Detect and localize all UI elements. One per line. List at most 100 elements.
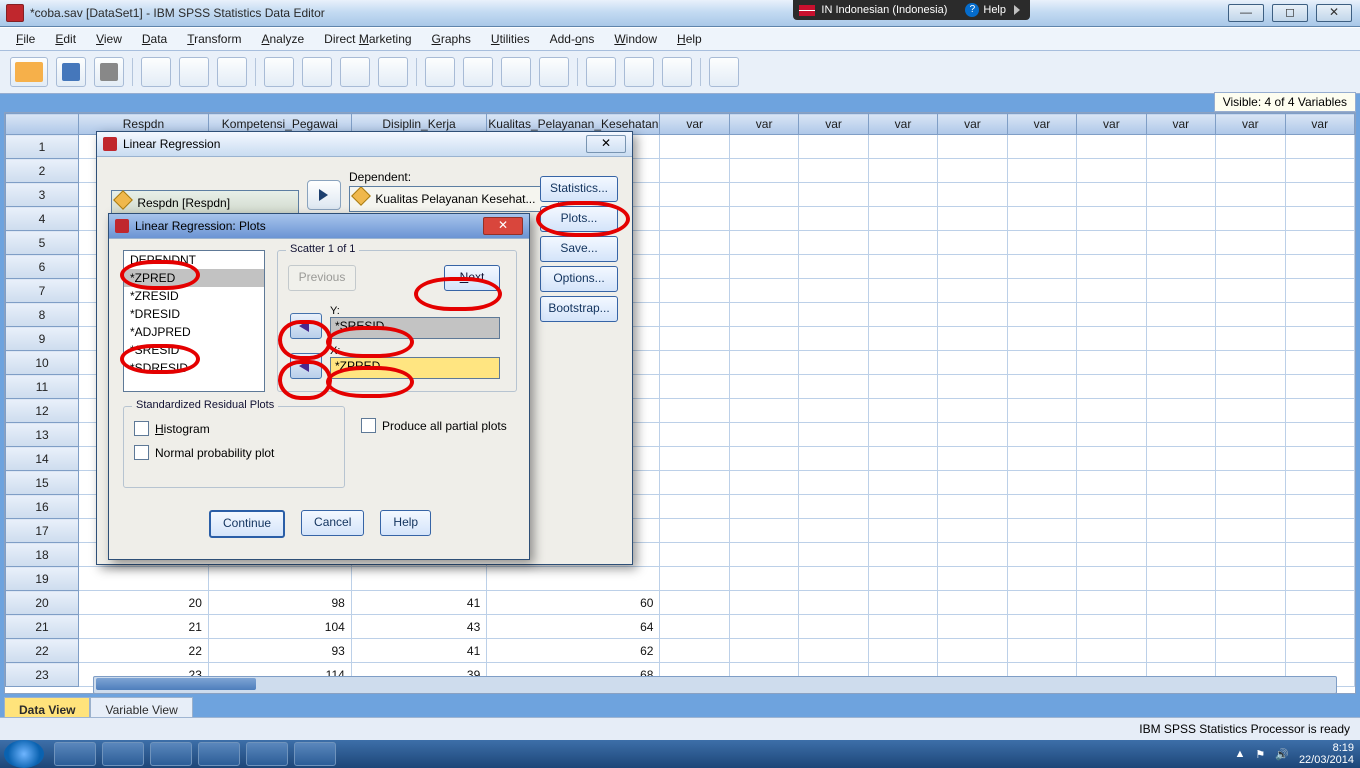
- data-cell[interactable]: [729, 159, 798, 183]
- data-cell[interactable]: [1007, 639, 1076, 663]
- data-cell[interactable]: [1146, 159, 1215, 183]
- data-cell[interactable]: [1007, 591, 1076, 615]
- data-cell[interactable]: [660, 591, 729, 615]
- menu-graphs[interactable]: Graphs: [422, 29, 481, 49]
- data-cell[interactable]: [1285, 519, 1355, 543]
- menu-data[interactable]: Data: [132, 29, 177, 49]
- data-cell[interactable]: [729, 567, 798, 591]
- help-button[interactable]: Help: [380, 510, 431, 536]
- data-cell[interactable]: [938, 183, 1007, 207]
- move-to-x-button[interactable]: [290, 353, 322, 379]
- data-cell[interactable]: [1216, 375, 1285, 399]
- data-cell[interactable]: [938, 471, 1007, 495]
- data-cell[interactable]: [1077, 159, 1146, 183]
- variables-icon[interactable]: [340, 57, 370, 87]
- data-cell[interactable]: [660, 615, 729, 639]
- data-cell[interactable]: [1077, 447, 1146, 471]
- menu-window[interactable]: Window: [604, 29, 667, 49]
- data-cell[interactable]: [487, 567, 660, 591]
- data-cell[interactable]: [660, 327, 729, 351]
- data-cell[interactable]: [660, 159, 729, 183]
- data-cell[interactable]: [1285, 615, 1355, 639]
- data-cell[interactable]: [1216, 399, 1285, 423]
- data-cell[interactable]: [868, 255, 937, 279]
- data-cell[interactable]: [1077, 423, 1146, 447]
- data-cell[interactable]: [1146, 279, 1215, 303]
- data-cell[interactable]: [660, 207, 729, 231]
- data-cell[interactable]: [1285, 399, 1355, 423]
- data-cell[interactable]: [799, 207, 868, 231]
- data-cell[interactable]: 104: [208, 615, 351, 639]
- data-cell[interactable]: [660, 183, 729, 207]
- data-cell[interactable]: [868, 519, 937, 543]
- data-cell[interactable]: 41: [351, 639, 486, 663]
- plot-list-item[interactable]: *SDRESID: [124, 359, 264, 377]
- data-cell[interactable]: [1146, 351, 1215, 375]
- language-indicator[interactable]: IN Indonesian (Indonesia) ? Help: [793, 0, 1030, 20]
- data-cell[interactable]: [729, 303, 798, 327]
- find-icon[interactable]: [425, 57, 455, 87]
- data-cell[interactable]: 64: [487, 615, 660, 639]
- data-cell[interactable]: [1007, 351, 1076, 375]
- use-sets-icon[interactable]: [624, 57, 654, 87]
- data-cell[interactable]: [1146, 255, 1215, 279]
- data-cell[interactable]: [1285, 255, 1355, 279]
- column-header-empty[interactable]: var: [1146, 114, 1215, 135]
- column-header-empty[interactable]: var: [660, 114, 729, 135]
- partial-plots-checkbox[interactable]: Produce all partial plots: [361, 418, 507, 433]
- column-header-empty[interactable]: var: [938, 114, 1007, 135]
- row-header[interactable]: 16: [6, 495, 79, 519]
- data-cell[interactable]: [729, 351, 798, 375]
- column-header-empty[interactable]: var: [1077, 114, 1146, 135]
- row-header[interactable]: 10: [6, 351, 79, 375]
- data-cell[interactable]: [1216, 327, 1285, 351]
- data-cell[interactable]: [1216, 471, 1285, 495]
- data-cell[interactable]: [799, 255, 868, 279]
- data-cell[interactable]: [79, 567, 209, 591]
- data-cell[interactable]: [868, 183, 937, 207]
- data-cell[interactable]: [799, 159, 868, 183]
- data-cell[interactable]: [938, 135, 1007, 159]
- data-cell[interactable]: [799, 303, 868, 327]
- data-cell[interactable]: [660, 495, 729, 519]
- data-cell[interactable]: [1077, 135, 1146, 159]
- data-cell[interactable]: [1146, 207, 1215, 231]
- data-cell[interactable]: [868, 375, 937, 399]
- data-cell[interactable]: [868, 135, 937, 159]
- show-all-icon[interactable]: [662, 57, 692, 87]
- data-cell[interactable]: [660, 447, 729, 471]
- data-cell[interactable]: [1285, 279, 1355, 303]
- data-cell[interactable]: [1216, 183, 1285, 207]
- data-cell[interactable]: [868, 279, 937, 303]
- data-cell[interactable]: [1007, 207, 1076, 231]
- menu-file[interactable]: File: [6, 29, 45, 49]
- data-cell[interactable]: [1146, 399, 1215, 423]
- task-explorer[interactable]: [102, 742, 144, 766]
- data-cell[interactable]: [1007, 279, 1076, 303]
- goto-variable-icon[interactable]: [302, 57, 332, 87]
- data-cell[interactable]: [1077, 399, 1146, 423]
- data-cell[interactable]: [729, 615, 798, 639]
- data-cell[interactable]: [1007, 495, 1076, 519]
- data-cell[interactable]: [1146, 543, 1215, 567]
- data-cell[interactable]: [938, 423, 1007, 447]
- tray-volume-icon[interactable]: 🔊: [1275, 748, 1289, 761]
- data-cell[interactable]: [729, 519, 798, 543]
- menu-direct-marketing[interactable]: Direct Marketing: [314, 29, 421, 49]
- data-cell[interactable]: [868, 159, 937, 183]
- data-cell[interactable]: [868, 543, 937, 567]
- row-header[interactable]: 2: [6, 159, 79, 183]
- data-cell[interactable]: [729, 399, 798, 423]
- data-cell[interactable]: [660, 567, 729, 591]
- help-pill[interactable]: ? Help: [965, 3, 1020, 17]
- data-cell[interactable]: 60: [487, 591, 660, 615]
- menu-addons[interactable]: Add-ons: [540, 29, 605, 49]
- data-cell[interactable]: [799, 519, 868, 543]
- task-media[interactable]: [150, 742, 192, 766]
- data-cell[interactable]: [1216, 351, 1285, 375]
- data-cell[interactable]: [868, 399, 937, 423]
- value-labels-icon[interactable]: [586, 57, 616, 87]
- plot-list-item[interactable]: *ZPRED: [124, 269, 264, 287]
- data-cell[interactable]: [1146, 447, 1215, 471]
- plot-list-item[interactable]: *DRESID: [124, 305, 264, 323]
